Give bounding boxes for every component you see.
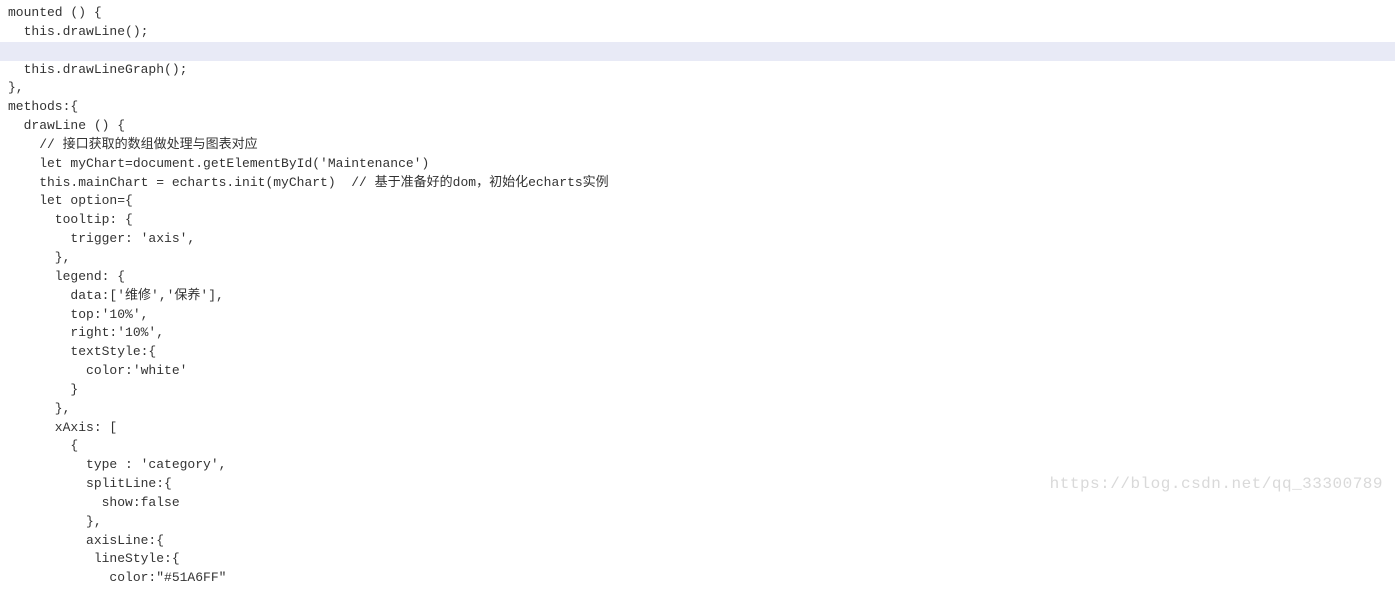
code-line: top:'10%',: [0, 306, 1395, 325]
code-line: right:'10%',: [0, 324, 1395, 343]
code-line: }: [0, 381, 1395, 400]
watermark-text: https://blog.csdn.net/qq_33300789: [1050, 473, 1383, 496]
code-block: mounted () { this.drawLine(); this.drawL…: [0, 0, 1395, 592]
code-line: // 接口获取的数组做处理与图表对应: [0, 136, 1395, 155]
code-line: },: [0, 79, 1395, 98]
code-line: show:false: [0, 494, 1395, 513]
code-line: tooltip: {: [0, 211, 1395, 230]
code-line: axisLine:{: [0, 532, 1395, 551]
code-line: color:"#51A6FF": [0, 569, 1395, 588]
code-line: color:'white': [0, 362, 1395, 381]
code-line: this.mainChart = echarts.init(myChart) /…: [0, 174, 1395, 193]
code-line: this.drawLineGraph();: [0, 61, 1395, 80]
code-line: let myChart=document.getElementById('Mai…: [0, 155, 1395, 174]
code-line: methods:{: [0, 98, 1395, 117]
code-line: },: [0, 249, 1395, 268]
code-line: lineStyle:{: [0, 550, 1395, 569]
code-line: [0, 42, 1395, 61]
code-line: },: [0, 513, 1395, 532]
code-line: let option={: [0, 192, 1395, 211]
code-line: xAxis: [: [0, 419, 1395, 438]
code-line: {: [0, 437, 1395, 456]
code-line: mounted () {: [0, 4, 1395, 23]
code-line: legend: {: [0, 268, 1395, 287]
code-line: data:['维修','保养'],: [0, 287, 1395, 306]
code-line: textStyle:{: [0, 343, 1395, 362]
code-line: this.drawLine();: [0, 23, 1395, 42]
code-line: drawLine () {: [0, 117, 1395, 136]
code-line: trigger: 'axis',: [0, 230, 1395, 249]
code-line: },: [0, 400, 1395, 419]
